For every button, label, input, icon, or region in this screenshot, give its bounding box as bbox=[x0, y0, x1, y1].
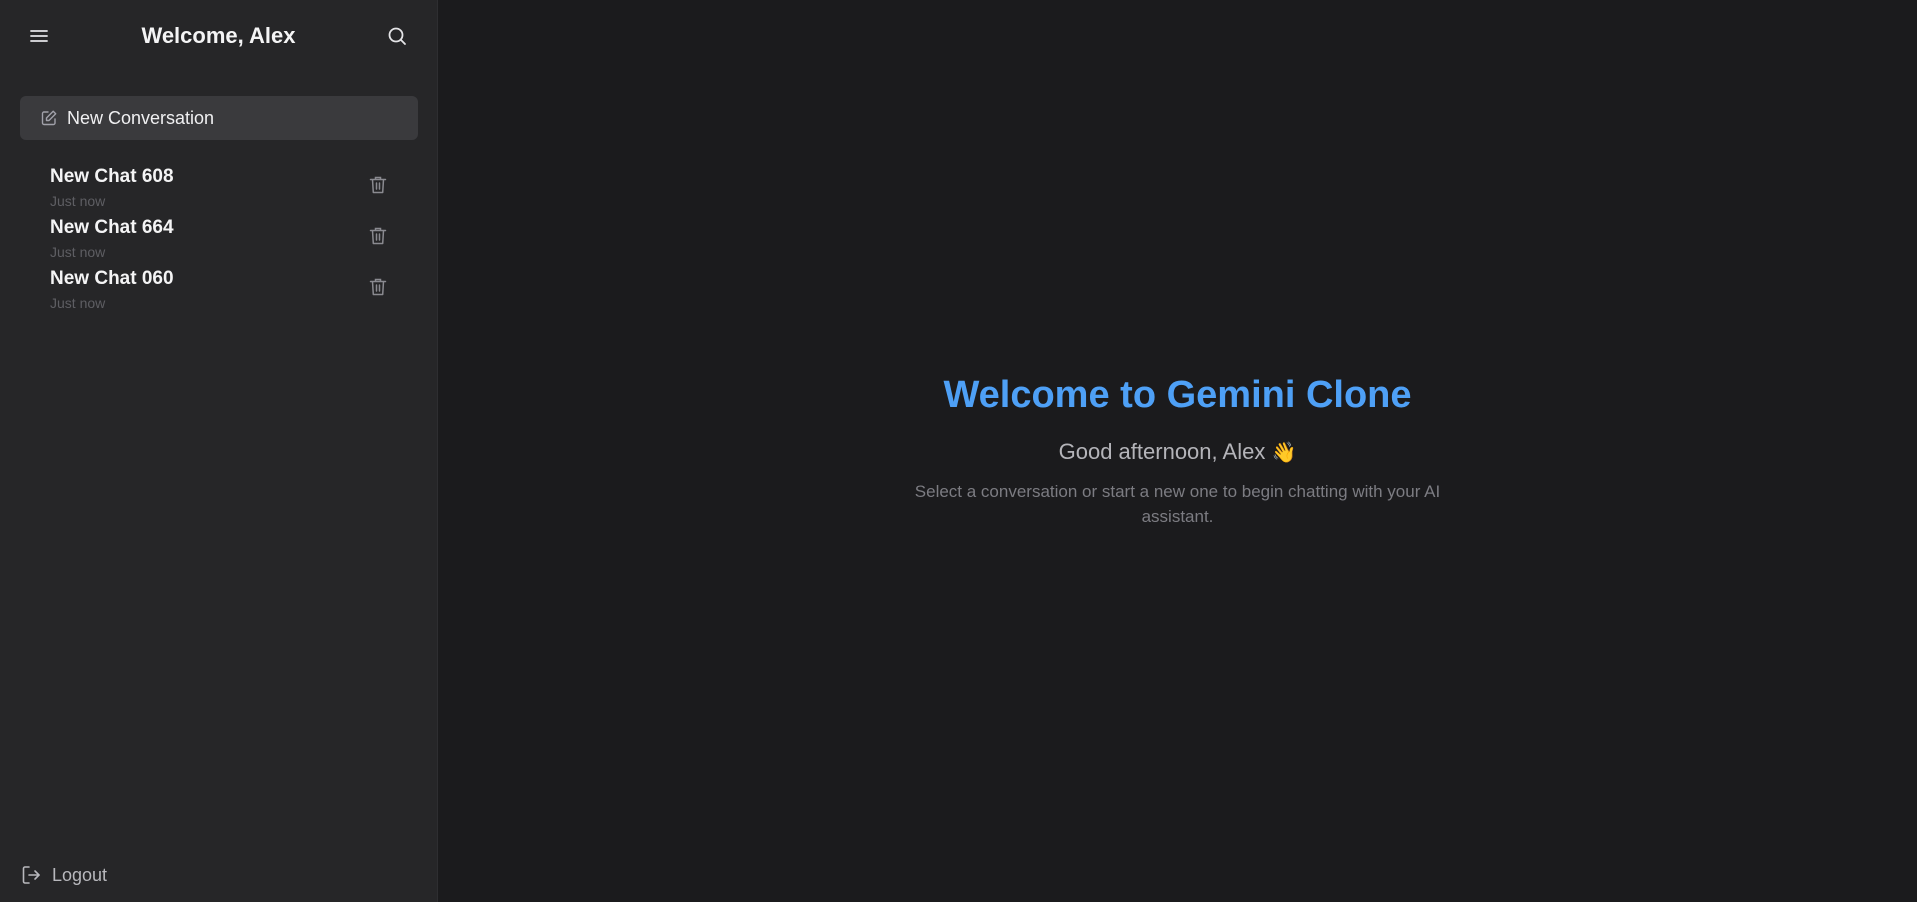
edit-icon bbox=[40, 109, 58, 127]
sidebar-header: Welcome, Alex bbox=[0, 0, 437, 72]
search-icon[interactable] bbox=[386, 25, 408, 47]
welcome-description: Select a conversation or start a new one… bbox=[914, 482, 1441, 526]
chat-timestamp: Just now bbox=[50, 193, 106, 209]
chat-timestamp: Just now bbox=[50, 295, 106, 311]
sidebar-title: Welcome, Alex bbox=[141, 23, 296, 48]
sidebar: Welcome, Alex New Conversation New Chat … bbox=[0, 0, 438, 902]
new-conversation-label: New Conversation bbox=[67, 107, 215, 128]
greeting-text: Good afternoon, Alex bbox=[1058, 439, 1266, 464]
chat-timestamp: Just now bbox=[50, 244, 106, 260]
new-conversation-button[interactable]: New Conversation bbox=[20, 96, 418, 140]
logout-label: Logout bbox=[52, 864, 108, 885]
trash-icon[interactable] bbox=[367, 225, 389, 247]
chat-title: New Chat 060 bbox=[50, 268, 174, 289]
app-window: Welcome, Alex New Conversation New Chat … bbox=[0, 0, 1917, 902]
chat-list-item[interactable]: New Chat 060 Just now bbox=[0, 266, 438, 317]
chat-list-item[interactable]: New Chat 664 Just now bbox=[0, 215, 438, 266]
trash-icon[interactable] bbox=[367, 276, 389, 298]
welcome-section: Welcome to Gemini Clone Good afternoon, … bbox=[438, 372, 1917, 529]
chat-title: New Chat 664 bbox=[50, 217, 174, 238]
chat-title: New Chat 608 bbox=[50, 166, 174, 187]
welcome-heading: Welcome to Gemini Clone bbox=[943, 374, 1412, 416]
main-panel: Welcome to Gemini Clone Good afternoon, … bbox=[438, 0, 1917, 902]
greeting: Good afternoon, Alex 👋 bbox=[438, 438, 1917, 467]
logout-button[interactable]: Logout bbox=[20, 864, 107, 886]
chat-list: New Chat 608 Just now New Chat 664 Just … bbox=[0, 164, 438, 317]
chat-list-item[interactable]: New Chat 608 Just now bbox=[0, 164, 438, 215]
logout-icon bbox=[20, 864, 42, 886]
waving-hand-emoji: 👋 bbox=[1271, 442, 1297, 464]
trash-icon[interactable] bbox=[367, 174, 389, 196]
